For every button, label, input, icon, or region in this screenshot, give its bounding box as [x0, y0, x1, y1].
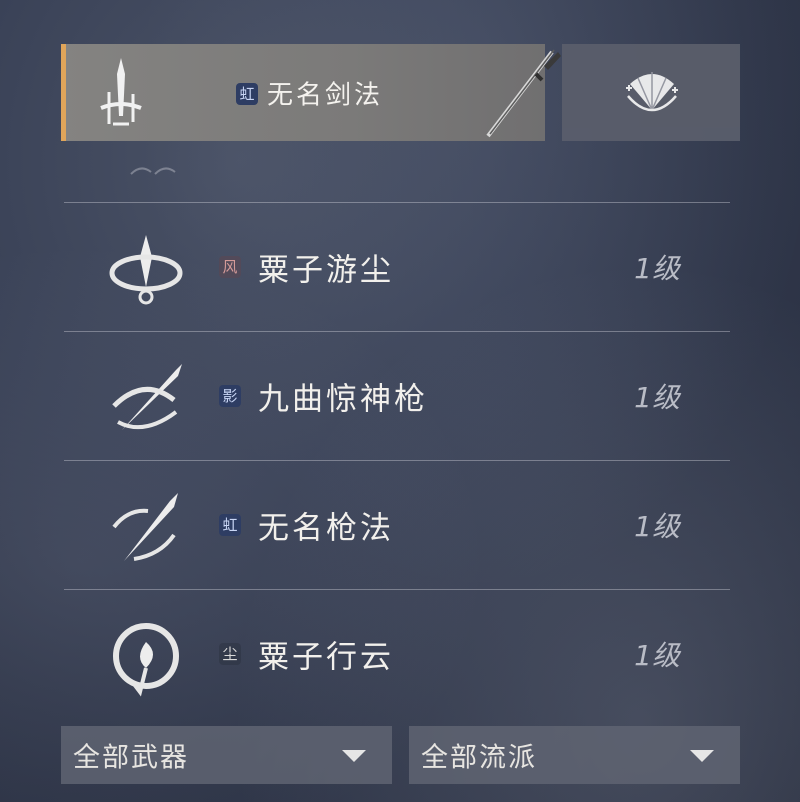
equipped-skill-card[interactable]: 虹 无名剑法: [61, 44, 561, 141]
chevron-down-icon: [690, 750, 714, 762]
skill-name: 粟子行云: [258, 639, 394, 676]
school-badge: 风: [219, 256, 241, 278]
skill-row[interactable]: 风 粟子游尘 1级: [64, 203, 730, 331]
equipped-skill-name: 无名剑法: [267, 80, 384, 110]
long-sword-icon: [486, 49, 561, 138]
weapon-filter-label: 全部武器: [73, 742, 189, 774]
weapon-filter-dropdown[interactable]: 全部武器: [61, 726, 392, 784]
school-badge: 虹: [219, 514, 241, 536]
school-badge: 尘: [219, 643, 241, 665]
skill-row[interactable]: 影 九曲惊神枪 1级: [64, 332, 730, 460]
skill-level: 1级: [634, 381, 680, 414]
sword-emblem-icon: [100, 58, 142, 126]
skill-name: 无名枪法: [258, 510, 394, 547]
school-badge: 影: [219, 385, 241, 407]
skill-row[interactable]: 尘 粟子行云 1级: [64, 590, 730, 718]
skill-row[interactable]: 虹 无名枪法 1级: [64, 461, 730, 589]
school-filter-dropdown[interactable]: 全部流派: [409, 726, 740, 784]
skill-level: 1级: [634, 252, 680, 285]
school-filter-label: 全部流派: [421, 742, 537, 774]
school-badge: 虹: [236, 83, 258, 105]
skill-name: 九曲惊神枪: [258, 381, 428, 418]
chevron-down-icon: [342, 750, 366, 762]
selected-accent-bar: [61, 44, 66, 141]
spear-slash-icon: [112, 493, 178, 561]
cloud-spiral-icon: [113, 623, 179, 697]
spear-swirl-icon: [112, 364, 182, 430]
spinning-blade-icon: [109, 235, 183, 305]
skill-name: 粟子游尘: [258, 252, 394, 289]
skill-level: 1级: [634, 639, 680, 672]
secondary-slot-card[interactable]: [562, 44, 740, 141]
scroll-hint-icon: [130, 167, 176, 175]
skill-level: 1级: [634, 510, 680, 543]
fan-icon: [626, 72, 678, 112]
